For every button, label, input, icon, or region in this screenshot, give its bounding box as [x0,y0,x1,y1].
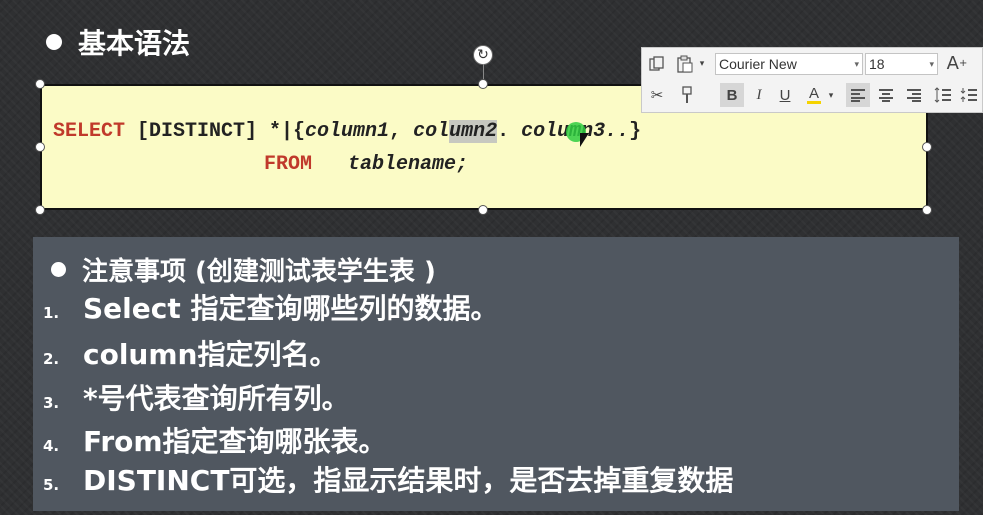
font-name-select[interactable]: Courier New ▾ [715,53,863,75]
list-text: *号代表查询所有列。 [83,382,350,415]
slide-title-row: 基本语法 [46,22,190,62]
list-item: 4. From指定查询哪张表。 [43,420,387,460]
code-column2-prefix: col [413,120,450,143]
copy-icon[interactable] [646,53,668,75]
resize-handle-bl[interactable] [35,205,45,215]
format-painter-icon[interactable] [676,84,698,106]
list-text: Select 指定查询哪些列的数据。 [83,292,499,325]
font-name-value: Courier New [719,56,797,72]
list-number: 3. [43,394,60,412]
slide-title: 基本语法 [78,27,191,60]
list-number: 1. [43,304,60,322]
notes-panel: 注意事项 (创建测试表学生表 ) 1. Select 指定查询哪些列的数据。 2… [33,237,959,511]
line-spacing-icon[interactable] [932,83,954,107]
align-left-icon[interactable] [846,83,870,107]
notes-header: 注意事项 (创建测试表学生表 ) [51,251,436,288]
resize-handle-tm[interactable] [478,79,488,89]
keyword-from: FROM [264,153,313,176]
chevron-down-icon: ▾ [854,59,859,69]
code-line-1[interactable]: SELECT [DISTINCT] *|{column1, column2. c… [53,120,641,143]
resize-handle-bm[interactable] [478,205,488,215]
list-item: 2. column指定列名。 [43,333,337,373]
list-item: 1. Select 指定查询哪些列的数据。 [43,287,498,327]
font-size-value: 18 [869,56,885,72]
align-right-icon[interactable] [902,83,926,107]
notes-title: 注意事项 (创建测试表学生表 ) [82,257,436,287]
paste-icon[interactable] [674,53,696,75]
resize-handle-mr[interactable] [922,142,932,152]
list-item: 3. *号代表查询所有列。 [43,377,350,417]
font-size-select[interactable]: 18 ▾ [865,53,938,75]
title-bullet [46,34,62,50]
paste-dropdown-icon[interactable]: ▾ [697,58,707,70]
list-item: 5. DISTINCT可选，指显示结果时，是否去掉重复数据 [43,459,733,499]
list-text: DISTINCT可选，指显示结果时，是否去掉重复数据 [83,464,734,497]
keyword-select: SELECT [53,120,126,143]
code-distinct: [DISTINCT] *|{ [125,120,306,143]
resize-handle-ml[interactable] [35,142,45,152]
italic-icon[interactable]: I [748,83,770,107]
grow-font-icon[interactable]: A + [944,51,970,75]
code-dot: . [497,120,522,143]
code-tablename: tablename; [348,153,469,176]
code-close-brace: } [629,120,642,143]
list-number: 4. [43,437,60,455]
resize-handle-br[interactable] [922,205,932,215]
list-number: 2. [43,350,60,368]
bold-icon[interactable]: B [720,83,744,107]
mouse-cursor-icon [580,133,589,147]
underline-icon[interactable]: U [774,83,796,107]
cut-icon[interactable]: ✂ [646,84,668,106]
list-number: 5. [43,476,60,494]
mini-format-toolbar: ▾ Courier New ▾ 18 ▾ A + ✂ B I U A ▾ [641,47,983,113]
code-column1: column1 [305,120,390,143]
code-column2-selected[interactable]: umn2 [449,120,498,143]
resize-handle-tl[interactable] [35,79,45,89]
notes-bullet [51,262,66,277]
code-comma: , [389,120,414,143]
font-color-dropdown-icon[interactable]: ▾ [826,90,836,102]
font-color-icon[interactable]: A [802,83,826,107]
code-line-2[interactable]: FROM tablename; [264,153,468,176]
chevron-down-icon: ▾ [929,59,934,69]
list-text: column指定列名。 [83,338,338,371]
paragraph-spacing-icon[interactable] [958,83,980,107]
list-text: From指定查询哪张表。 [83,425,387,458]
rotate-handle[interactable]: ↻ [473,45,493,65]
align-center-icon[interactable] [874,83,898,107]
